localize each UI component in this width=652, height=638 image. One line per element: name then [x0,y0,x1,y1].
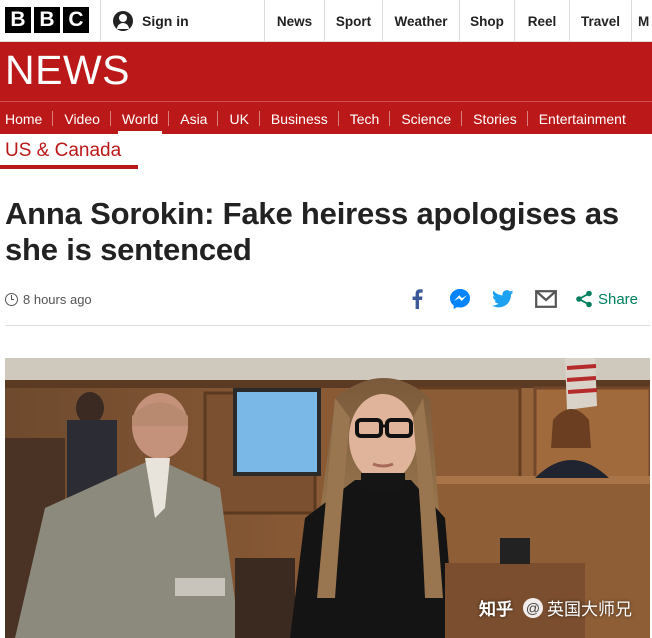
watermark-logo: 知乎 [479,600,513,619]
email-icon[interactable] [535,288,557,310]
share-tools: Share [385,287,638,311]
section-tech[interactable]: Tech [337,102,390,135]
zhihu-watermark: 知乎 @ 英国大师兄 [479,595,632,620]
at-icon: @ [523,597,543,618]
share-button[interactable]: Share [575,290,638,308]
meta-divider [5,325,650,326]
section-science[interactable]: Science [389,102,461,135]
section-business[interactable]: Business [258,102,338,135]
share-icon [576,290,592,308]
subsection-link[interactable]: US & Canada [5,140,121,162]
messenger-icon[interactable] [449,288,471,310]
facebook-icon[interactable] [406,288,428,310]
top-nav-news[interactable]: News [264,0,324,42]
section-uk[interactable]: UK [217,102,258,135]
sign-in-label: Sign in [142,13,189,29]
article-meta: 8 hours ago [5,290,92,308]
twitter-icon[interactable] [491,288,514,310]
top-nav-weather[interactable]: Weather [382,0,459,42]
top-nav-sport[interactable]: Sport [324,0,382,42]
bbc-logo-letter: B [5,7,31,33]
top-nav-shop[interactable]: Shop [459,0,514,42]
top-nav-travel[interactable]: Travel [569,0,631,42]
section-stories[interactable]: Stories [461,102,527,135]
bbc-logo[interactable]: B B C [5,7,89,33]
top-nav: News Sport Weather Shop Reel Travel M [264,0,652,42]
section-video[interactable]: Video [52,102,110,135]
top-bar: B B C Sign in News Sport Weather Shop Re… [0,0,652,42]
user-icon [113,11,133,31]
section-asia[interactable]: Asia [168,102,217,135]
section-home[interactable]: Home [0,102,52,135]
article-headline: Anna Sorokin: Fake heiress apologises as… [5,196,619,267]
news-logo[interactable]: NEWS [5,47,130,94]
sign-in-button[interactable]: Sign in [100,0,265,42]
news-masthead: NEWS Home Video World Asia UK Business T… [0,42,652,135]
bbc-logo-letter: C [63,7,89,33]
bbc-logo-letter: B [34,7,60,33]
top-nav-more[interactable]: M [631,0,652,42]
clock-icon [5,292,18,306]
top-nav-reel[interactable]: Reel [514,0,569,42]
watermark-handle: 英国大师兄 [547,600,632,619]
article-timestamp: 8 hours ago [23,291,92,307]
section-entertainment[interactable]: Entertainment [526,102,636,135]
section-world[interactable]: World [109,102,168,135]
article-photo: 知乎 @ 英国大师兄 [5,358,650,638]
share-label: Share [597,290,638,308]
subsection-underline [0,165,138,169]
section-nav: Home Video World Asia UK Business Tech S… [0,101,652,135]
